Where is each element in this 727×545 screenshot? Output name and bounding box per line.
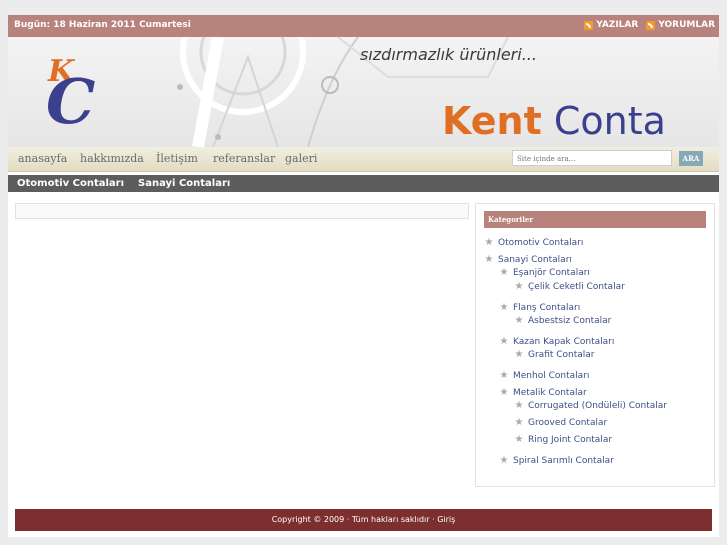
comments-rss-link[interactable]: YORUMLAR — [646, 20, 715, 30]
category-label: Flanş Contaları — [513, 303, 581, 313]
rss-icon — [646, 20, 656, 30]
category-link[interactable]: ★ Flanş Contaları — [499, 302, 581, 314]
category-label: Kazan Kapak Contaları — [513, 337, 615, 347]
category-link[interactable]: ★ Otomotiv Contaları — [484, 237, 584, 249]
star-icon: ★ — [499, 302, 509, 313]
date-text: Bugün: 18 Haziran 2011 Cumartesi — [14, 20, 191, 30]
page-frame: Bugün: 18 Haziran 2011 Cumartesi YAZILAR… — [8, 15, 719, 537]
star-icon: ★ — [514, 434, 524, 445]
category-link[interactable]: ★ Ring Joint Contalar — [514, 434, 613, 446]
category-label: Çelik Ceketli Contalar — [528, 282, 625, 292]
nav-gallery[interactable]: galeri — [285, 152, 317, 165]
category-link[interactable]: ★ Asbestsiz Contalar — [514, 315, 612, 327]
category-link[interactable]: ★ Metalik Contalar — [499, 387, 587, 399]
star-icon: ★ — [499, 267, 509, 278]
category-link[interactable]: ★ Sanayi Contaları — [484, 254, 572, 266]
sidebar-title: Kategoriler — [484, 211, 706, 228]
star-icon: ★ — [484, 254, 494, 265]
category-label: Metalik Contalar — [513, 388, 587, 398]
catbar-industrial[interactable]: Sanayi Contaları — [138, 178, 230, 189]
star-icon: ★ — [484, 237, 494, 248]
slogan-text: sızdırmazlık ürünleri... — [360, 45, 537, 64]
category-label: Eşanjör Contaları — [513, 268, 590, 278]
footer: Copyright © 2009 · Tüm hakları saklıdır … — [15, 509, 712, 531]
brand-conta: Conta — [541, 99, 666, 143]
rss-icon — [584, 20, 594, 30]
star-icon: ★ — [499, 455, 509, 466]
top-links: YAZILAR YORUMLAR — [584, 20, 715, 30]
main-nav: anasayfa hakkımızda İletişim referanslar… — [8, 147, 719, 172]
star-icon: ★ — [514, 281, 524, 292]
brand-kent: Kent — [442, 99, 542, 143]
catbar-automotive[interactable]: Otomotiv Contaları — [17, 178, 124, 189]
category-label: Otomotiv Contaları — [498, 238, 584, 248]
header-banner: K C sızdırmazlık ürünleri... Kent Conta — [8, 37, 719, 147]
nav-contact[interactable]: İletişim — [156, 152, 198, 165]
category-label: Spiral Sarımlı Contalar — [513, 456, 614, 466]
search-button[interactable]: ARA — [679, 151, 703, 166]
content-area — [15, 203, 469, 219]
category-label: Corrugated (Ondüleli) Contalar — [528, 401, 667, 411]
category-link[interactable]: ★ Grooved Contalar — [514, 417, 608, 429]
category-label: Grafit Contalar — [528, 350, 595, 360]
nav-about[interactable]: hakkımızda — [80, 152, 144, 165]
category-link[interactable]: ★ Çelik Ceketli Contalar — [514, 281, 625, 293]
category-label: Menhol Contaları — [513, 371, 590, 381]
star-icon: ★ — [514, 417, 524, 428]
star-icon: ★ — [514, 400, 524, 411]
top-bar: Bugün: 18 Haziran 2011 Cumartesi YAZILAR… — [8, 15, 719, 37]
brand-logo[interactable]: Kent Conta — [442, 99, 666, 143]
category-link[interactable]: ★ Spiral Sarımlı Contalar — [499, 455, 614, 467]
star-icon: ★ — [499, 336, 509, 347]
logo-icon: K C — [46, 54, 95, 131]
star-icon: ★ — [514, 349, 524, 360]
category-label: Ring Joint Contalar — [528, 435, 613, 445]
star-icon: ★ — [514, 315, 524, 326]
category-link[interactable]: ★ Grafit Contalar — [514, 349, 595, 361]
category-bar: Otomotiv Contaları Sanayi Contaları — [8, 175, 719, 192]
category-label: Sanayi Contaları — [498, 255, 572, 265]
category-link[interactable]: ★ Menhol Contaları — [499, 370, 590, 382]
category-label: Grooved Contalar — [528, 418, 608, 428]
star-icon: ★ — [499, 387, 509, 398]
posts-rss-link[interactable]: YAZILAR — [584, 20, 638, 30]
nav-home[interactable]: anasayfa — [18, 152, 67, 165]
category-link[interactable]: ★ Corrugated (Ondüleli) Contalar — [514, 400, 667, 412]
category-label: Asbestsiz Contalar — [528, 316, 612, 326]
svg-text:C: C — [46, 65, 95, 131]
posts-label: YAZILAR — [596, 20, 639, 30]
categories-sidebar: Kategoriler ★ Otomotiv Contaları ★ Sanayi … — [475, 203, 715, 487]
category-link[interactable]: ★ Eşanjör Contaları — [499, 267, 590, 279]
nav-references[interactable]: referanslar — [213, 152, 275, 165]
category-link[interactable]: ★ Kazan Kapak Contaları — [499, 336, 615, 348]
comments-label: YORUMLAR — [658, 20, 715, 30]
search-input[interactable]: Site içinde ara... — [512, 150, 672, 166]
star-icon: ★ — [499, 370, 509, 381]
